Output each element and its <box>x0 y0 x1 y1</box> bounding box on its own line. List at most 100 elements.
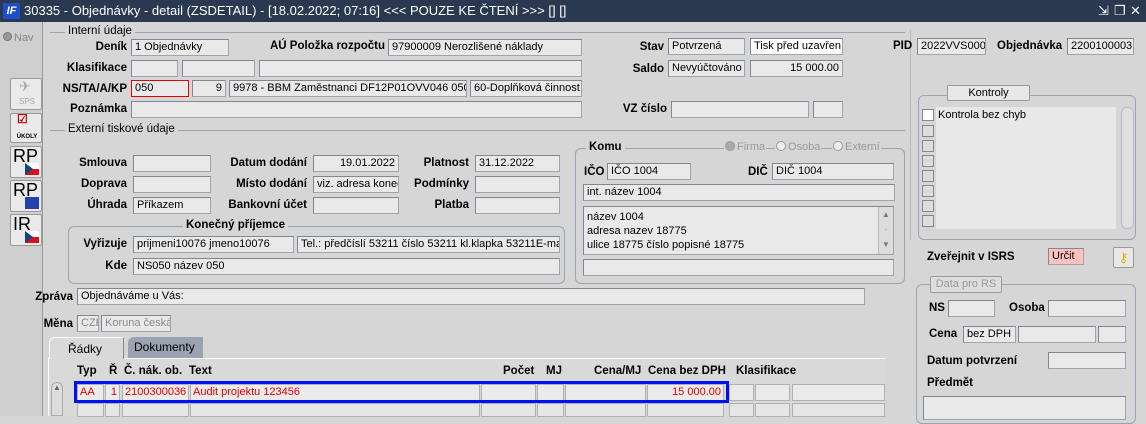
komu-extra-field[interactable] <box>583 259 894 276</box>
dic-field[interactable]: DIČ 1004 <box>772 163 894 180</box>
ico-field[interactable]: IČO 1004 <box>607 163 691 180</box>
vz-field[interactable] <box>671 101 809 118</box>
address-field[interactable]: název 1004 adresa nazev 18775 ulice 1877… <box>583 206 894 255</box>
col-header-cena-mj: Cena/MJ <box>594 365 642 377</box>
app-logo-icon: IF <box>3 3 20 19</box>
rs-cena-type-field[interactable]: bez DPH <box>963 326 1016 343</box>
uhrada-field[interactable]: Příkazem <box>133 197 211 214</box>
radio-firma[interactable]: Firma <box>724 141 767 153</box>
minimize-icon[interactable]: ⇲ <box>1098 0 1109 22</box>
ta-field[interactable]: 9 <box>192 80 226 97</box>
kde-field[interactable]: NS050 název 050 <box>133 258 560 275</box>
poznamka-field[interactable] <box>131 101 582 118</box>
kontroly-button[interactable]: Kontroly <box>947 85 1030 101</box>
isrs-label: Zveřejnit v ISRS <box>927 251 1015 263</box>
poznamka-label: Poznámka <box>70 103 127 115</box>
rp-eu-button[interactable]: RP <box>10 180 42 212</box>
smlouva-field[interactable] <box>133 155 211 172</box>
restore-icon[interactable]: ❐ <box>1114 0 1126 22</box>
key-icon[interactable]: ⚷ <box>1113 247 1134 268</box>
datum-dodani-label: Datum dodání <box>230 157 307 169</box>
radio-osoba-label: Osoba <box>788 141 821 153</box>
kontroly-checkbox[interactable] <box>922 200 934 212</box>
rs-cena-label: Cena <box>929 328 958 340</box>
au-field[interactable]: 97900009 Nerozlišené náklady <box>388 39 582 56</box>
rp-cz-button[interactable]: RP <box>10 146 42 178</box>
saldo-field[interactable]: Nevyúčtováno <box>668 60 745 77</box>
table-scrollbar[interactable]: ▲ <box>51 382 63 416</box>
address-line: adresa nazev 18775 <box>587 225 687 237</box>
rs-osoba-field[interactable] <box>1048 300 1126 317</box>
mena-code-field[interactable]: CZK <box>77 315 99 332</box>
kontroly-checkbox[interactable] <box>922 185 934 197</box>
platnost-field[interactable]: 31.12.2022 <box>475 155 560 172</box>
tab-dokumenty[interactable]: Dokumenty <box>128 337 203 358</box>
stav-field[interactable]: Potvrzená <box>668 38 745 55</box>
tab-radky[interactable]: Řádky <box>49 337 124 359</box>
telefon-field[interactable]: Tel.: předčíslí 53211 číslo 53211 kl.kla… <box>297 236 560 253</box>
radio-externi[interactable]: Externí <box>832 141 881 153</box>
address-scrollbar[interactable]: ▲ · ▼ <box>878 207 893 254</box>
doprava-field[interactable] <box>133 176 211 193</box>
klasifikace-label: Klasifikace <box>66 62 127 74</box>
platnost-label: Platnost <box>423 157 469 169</box>
datum-potvrzeni-field[interactable] <box>1048 352 1126 369</box>
title-bar: IF 30335 - Objednávky - detail (ZSDETAIL… <box>0 0 1146 22</box>
sps-button[interactable]: ✈ SPS <box>10 78 42 110</box>
saldo-label: Saldo <box>632 63 664 75</box>
kontroly-checkbox[interactable] <box>922 215 934 227</box>
radio-osoba[interactable]: Osoba <box>775 141 822 153</box>
data-pro-rs-button[interactable]: Data pro RS <box>930 276 1002 293</box>
ir-button[interactable]: IR <box>10 214 42 246</box>
au-label: AÚ Položka rozpočtu <box>270 40 386 52</box>
klasifikace-field-3[interactable] <box>259 60 582 77</box>
kontroly-checkbox[interactable] <box>922 155 934 167</box>
nav-radio[interactable]: Nav <box>3 32 34 44</box>
vz-field-2[interactable] <box>813 101 843 118</box>
objednavka-field[interactable]: 2200100003 <box>1067 38 1134 55</box>
close-icon[interactable]: ✕ <box>1130 0 1141 22</box>
denik-field[interactable]: 1 Objednávky <box>131 39 229 56</box>
smlouva-label: Smlouva <box>79 157 127 169</box>
col-header-typ: Typ <box>77 365 97 377</box>
cell-klasifikace <box>729 384 754 401</box>
podminky-field[interactable] <box>475 176 560 193</box>
mena-label: Měna <box>43 318 73 330</box>
rs-cena-field-2[interactable] <box>1098 326 1126 343</box>
divider <box>910 30 911 240</box>
predmet-field[interactable] <box>923 396 1126 420</box>
klasifikace-field-2[interactable] <box>182 60 255 77</box>
vyrizuje-field[interactable]: prijmeni10076 jmeno10076 <box>133 236 294 253</box>
kontroly-checkbox[interactable] <box>922 140 934 152</box>
section-divider <box>50 32 905 33</box>
kp-field[interactable]: 60-Doplňková činnost <box>470 80 582 97</box>
pid-field[interactable]: 2022VVS000 <box>917 38 986 55</box>
rs-cena-field[interactable] <box>1018 326 1096 343</box>
int-nazev-field[interactable]: int. název 1004 <box>583 184 895 201</box>
rs-ns-field[interactable] <box>948 300 995 317</box>
mena-name-field[interactable]: Koruna česká <box>101 315 171 332</box>
stav-print-field[interactable]: Tisk před uzavření <box>750 38 843 55</box>
vz-label: VZ číslo <box>622 103 667 115</box>
a-field[interactable]: 9978 - BBM Zaměstnanci DF12P01OVV046 050 <box>229 80 467 97</box>
ns-field[interactable]: 050 <box>131 80 189 97</box>
address-line: ulice 18775 číslo popisné 18775 <box>587 239 745 251</box>
zprava-field[interactable]: Objednáváme u Vás: <box>77 288 865 305</box>
section-divider <box>50 130 905 131</box>
cell <box>122 403 189 417</box>
kontroly-checkbox[interactable] <box>922 125 934 137</box>
kontroly-checkbox[interactable] <box>922 109 934 121</box>
kontroly-checkbox[interactable] <box>922 170 934 182</box>
datum-dodani-field[interactable]: 19.01.2022 <box>313 155 399 172</box>
misto-dodani-field[interactable]: viz. adresa konečného příjemce <box>313 176 399 193</box>
kontroly-scrollbar[interactable] <box>1121 107 1134 229</box>
bankovni-ucet-field[interactable] <box>313 197 399 214</box>
cell <box>105 403 120 417</box>
platba-field[interactable] <box>475 197 560 214</box>
uhrada-label: Úhrada <box>87 199 127 211</box>
ukoly-button[interactable]: ☑ ÚKOLY <box>10 113 42 143</box>
isrs-field[interactable]: Určit <box>1048 248 1084 265</box>
saldo-amount-field[interactable]: 15 000.00 <box>750 60 843 77</box>
kontroly-item: Kontrola bez chyb <box>938 109 1027 121</box>
klasifikace-field-1[interactable] <box>131 60 178 77</box>
